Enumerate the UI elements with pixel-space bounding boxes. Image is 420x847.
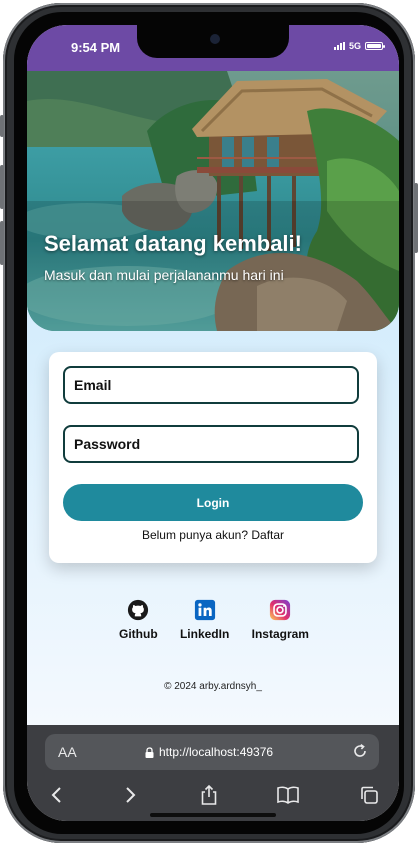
share-icon xyxy=(201,784,217,805)
login-button[interactable]: Login xyxy=(63,484,363,521)
chevron-right-icon xyxy=(126,787,136,803)
forward-button[interactable] xyxy=(117,783,143,807)
reload-button[interactable] xyxy=(351,742,369,765)
tabs-icon xyxy=(361,786,378,804)
browser-nav-row xyxy=(27,779,399,809)
share-button[interactable] xyxy=(196,783,222,807)
status-indicators: 5G xyxy=(333,41,385,51)
signal-icon xyxy=(333,42,345,50)
home-indicator xyxy=(150,813,276,817)
social-links: Github LinkedIn Instagram xyxy=(119,599,309,641)
volume-up-button xyxy=(0,165,4,209)
battery-icon xyxy=(365,42,385,50)
volume-down-button xyxy=(0,221,4,265)
url-display[interactable]: http://localhost:49376 xyxy=(145,745,273,759)
email-field[interactable] xyxy=(63,366,359,404)
linkedin-icon xyxy=(194,599,215,621)
text-size-label: AA xyxy=(58,744,77,760)
tabs-button[interactable] xyxy=(356,783,382,807)
instagram-icon xyxy=(270,599,291,621)
back-button[interactable] xyxy=(44,783,70,807)
status-time: 9:54 PM xyxy=(71,40,121,55)
social-label: Instagram xyxy=(251,627,309,641)
url-text: http://localhost:49376 xyxy=(159,745,274,759)
hero-banner: Selamat datang kembali! Masuk dan mulai … xyxy=(27,71,399,331)
social-label: Github xyxy=(119,627,158,641)
front-camera xyxy=(210,34,220,44)
password-field[interactable] xyxy=(63,425,359,463)
page-content: Selamat datang kembali! Masuk dan mulai … xyxy=(27,71,399,725)
browser-toolbar: AA http://localhost:49376 xyxy=(27,725,399,821)
screen: 9:54 PM 5G Selamat datang kembali! Masuk… xyxy=(27,25,399,821)
hero-subtitle: Masuk dan mulai perjalananmu hari ini xyxy=(44,267,284,283)
bookmarks-button[interactable] xyxy=(275,783,301,807)
footer-copyright: © 2024 arby.ardnsyh_ xyxy=(164,681,262,692)
mute-switch xyxy=(0,115,4,137)
hero-title: Selamat datang kembali! xyxy=(44,231,302,256)
address-bar[interactable]: AA http://localhost:49376 xyxy=(45,734,379,770)
social-instagram[interactable]: Instagram xyxy=(252,599,309,641)
social-label: LinkedIn xyxy=(179,627,230,641)
reload-icon xyxy=(354,743,366,757)
hero-image xyxy=(27,71,399,331)
book-icon xyxy=(277,786,299,804)
network-label: 5G xyxy=(348,41,361,51)
text-size-button[interactable]: AA xyxy=(58,744,77,760)
signup-link[interactable]: Belum punya akun? Daftar xyxy=(49,528,377,542)
lock-icon xyxy=(145,746,154,758)
power-button xyxy=(414,183,418,253)
social-linkedin[interactable]: LinkedIn xyxy=(180,599,229,641)
social-github[interactable]: Github xyxy=(119,599,158,641)
phone-frame: 9:54 PM 5G Selamat datang kembali! Masuk… xyxy=(0,3,418,843)
chevron-left-icon xyxy=(51,787,61,803)
login-card: Login Belum punya akun? Daftar xyxy=(49,352,377,563)
github-icon xyxy=(128,599,149,621)
notch xyxy=(137,25,289,58)
status-bar: 9:54 PM 5G xyxy=(27,25,399,71)
